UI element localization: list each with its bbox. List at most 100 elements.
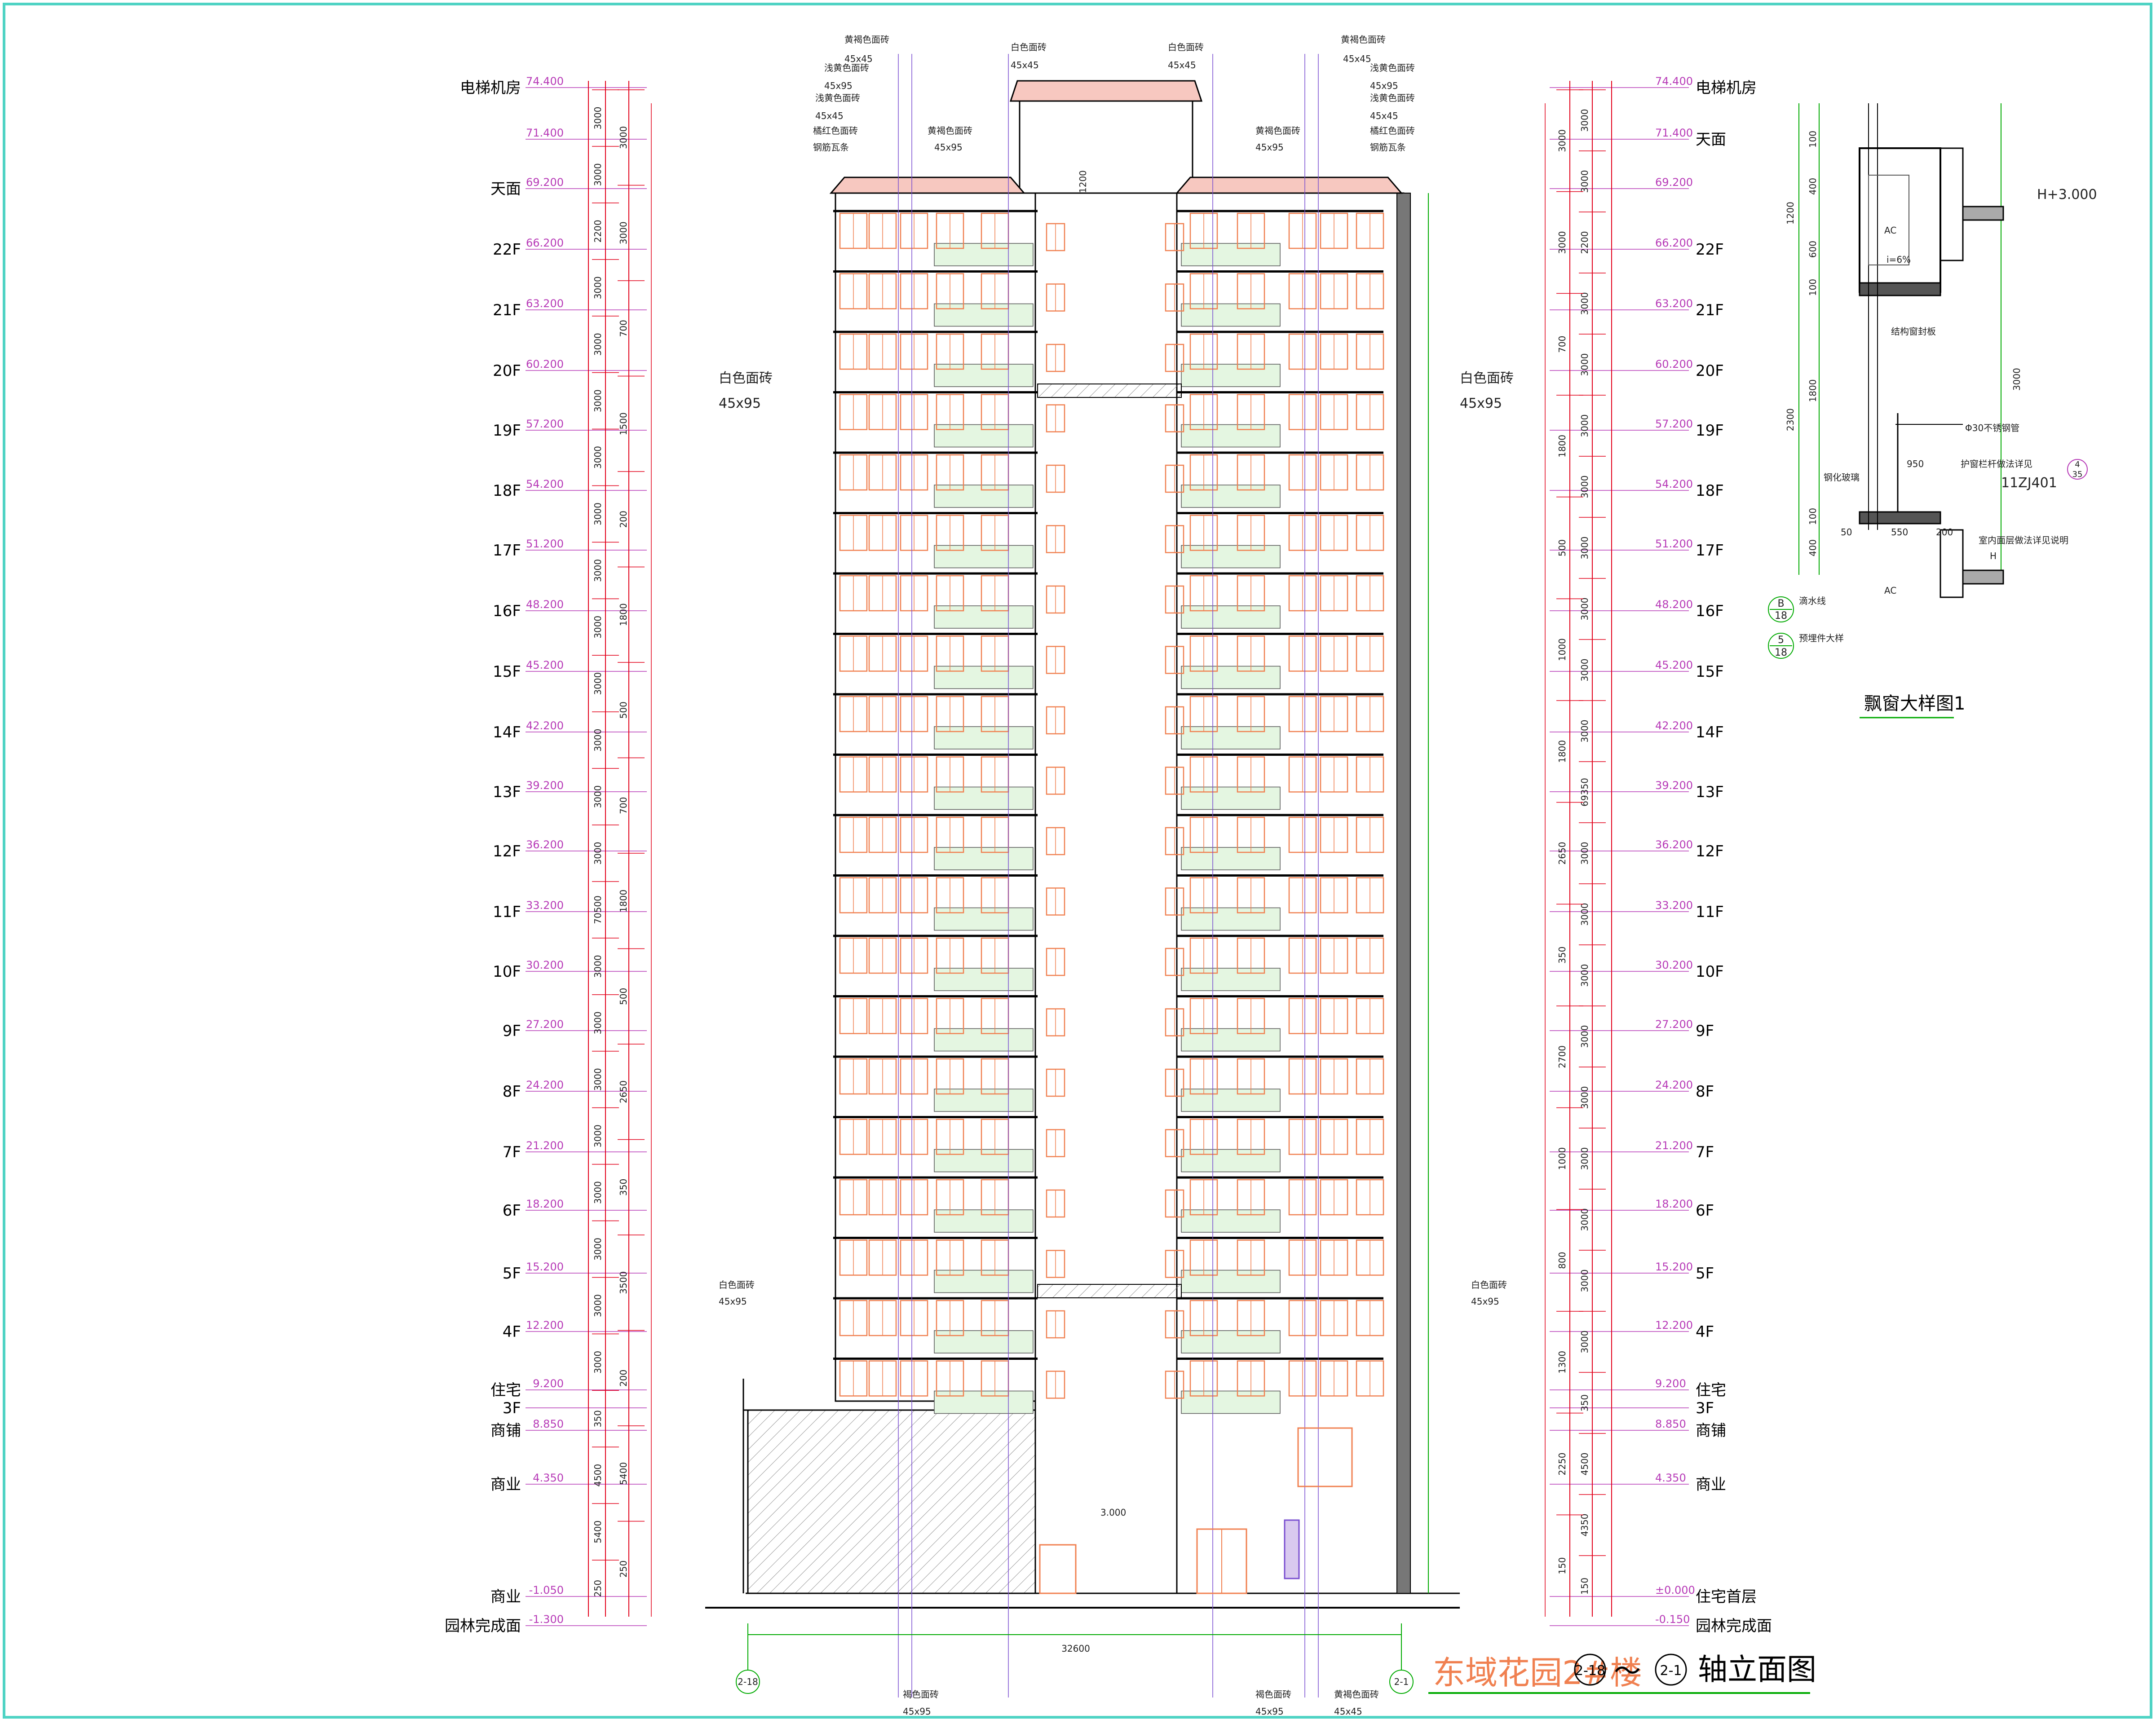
detail-ref2-num: 5 <box>1778 635 1784 646</box>
level-name-right: 16F <box>1696 602 1724 620</box>
dimension-value: 3000 <box>1579 414 1590 437</box>
level-name-left: 22F <box>493 241 521 259</box>
detail-ref1-den: 18 <box>1775 610 1787 622</box>
note-top-right-3-size: 45x45 <box>1370 110 1398 121</box>
dimension-value: 3000 <box>1579 170 1590 193</box>
level-elev-left: 36.200 <box>526 838 564 851</box>
note-bottom-right-1-size: 45x95 <box>1255 1706 1284 1717</box>
level-elev-right: 66.200 <box>1655 237 1693 249</box>
dimension-value: 3000 <box>592 559 603 582</box>
level-elev-left: 63.200 <box>526 297 564 310</box>
note-top-right-3: 浅黄色面砖 <box>1370 93 1415 103</box>
level-name-right: 13F <box>1696 783 1724 801</box>
dimension-value: 500 <box>618 701 629 719</box>
dimension-value: 3000 <box>592 672 603 695</box>
note-side-right: 白色面砖 <box>1460 370 1514 386</box>
level-name-right: 22F <box>1696 241 1724 259</box>
left-dimension-chain: 3000 3000 2200 3000 3000 3000 3000 3000 3000 3000… <box>588 81 652 1617</box>
note-top-left-3: 浅黄色面砖 <box>815 93 860 103</box>
level-name-right: 20F <box>1696 362 1724 380</box>
dimension-value: 3000 <box>592 446 603 469</box>
note-top-left-5: 钢筋瓦条 <box>813 142 849 153</box>
level-name-right: 天面 <box>1696 131 1726 149</box>
level-name-right: 3F <box>1696 1399 1714 1417</box>
level-elev-left: 8.850 <box>533 1418 564 1430</box>
level-name-right: 11F <box>1696 903 1724 921</box>
level-elev-left: 54.200 <box>526 478 564 490</box>
level-name-left: 4F <box>503 1323 521 1341</box>
level-elev-left: 51.200 <box>526 538 564 550</box>
detail-dim-outer-2: 2300 <box>1785 408 1796 431</box>
level-name-left: 12F <box>493 842 521 860</box>
note-low-left: 白色面砖 <box>719 1279 755 1290</box>
level-name-left: 13F <box>493 783 521 801</box>
note-top-right-5: 钢筋瓦条 <box>1370 142 1406 153</box>
building-elevation <box>705 54 1460 1698</box>
level-name-left: 16F <box>493 602 521 620</box>
level-name-right: 21F <box>1696 301 1724 319</box>
level-name-left: 9F <box>503 1022 521 1040</box>
detail-dim-inner: 100 <box>1807 279 1818 296</box>
level-name-left: 6F <box>503 1202 521 1220</box>
detail-dim-right: 3000 <box>2011 368 2022 391</box>
dimension-value: 1500 <box>618 412 629 435</box>
dimension-value: 2650 <box>618 1080 629 1103</box>
level-elev-right: ±0.000 <box>1655 1584 1695 1596</box>
note-bottom-right-1: 褐色面砖 <box>1255 1689 1291 1700</box>
level-name-left: 天面 <box>490 180 521 198</box>
dimension-value: 3000 <box>1579 292 1590 315</box>
dimension-value: 150 <box>1579 1578 1590 1595</box>
level-name-left: 15F <box>493 663 521 681</box>
note-top-right-4: 橘红色面砖 <box>1370 125 1415 136</box>
dimension-value: 70500 <box>592 895 603 924</box>
level-name-right: 9F <box>1696 1022 1714 1040</box>
level-elev-left: 21.200 <box>526 1139 564 1152</box>
note-top-mid-left-size: 45x95 <box>934 142 963 153</box>
level-elev-left: 27.200 <box>526 1018 564 1031</box>
detail-dim-950: 950 <box>1907 459 1924 469</box>
level-elev-right: 24.200 <box>1655 1079 1693 1091</box>
note-top-right-2-size: 45x95 <box>1370 80 1398 91</box>
dimension-value: 4500 <box>1579 1453 1590 1476</box>
level-name-right: 14F <box>1696 723 1724 741</box>
detail-label-glass: 钢化玻璃 <box>1824 472 1860 483</box>
dimension-value: 4500 <box>592 1464 603 1487</box>
level-elev-right: 15.200 <box>1655 1261 1693 1273</box>
dimension-value: 3000 <box>1579 1208 1590 1231</box>
level-elev-right: 60.200 <box>1655 358 1693 370</box>
dimension-value: 3000 <box>592 955 603 978</box>
level-elev-left: 12.200 <box>526 1319 564 1332</box>
detail-dim-inner: 400 <box>1807 539 1818 556</box>
detail-ref2-text: 预埋件大样 <box>1799 633 1844 644</box>
level-elev-right: 21.200 <box>1655 1139 1693 1152</box>
note-bottom-right-2: 黄褐色面砖 <box>1334 1689 1379 1700</box>
level-name-left: 18F <box>493 482 521 500</box>
dimension-value: 350 <box>618 1179 629 1196</box>
level-name-right: 住宅首层 <box>1696 1588 1757 1606</box>
drawing-title-project: 东域花园2#楼 <box>1433 1654 1642 1692</box>
note-bottom-left-size: 45x95 <box>903 1706 931 1717</box>
note-top-left-2-size: 45x95 <box>824 80 853 91</box>
note-top-center-2-size: 45x45 <box>1168 60 1196 71</box>
level-elev-left: 9.200 <box>533 1377 564 1390</box>
level-name-right: 10F <box>1696 963 1724 981</box>
level-elev-right: 36.200 <box>1655 838 1693 851</box>
note-bottom-right-2-size: 45x45 <box>1334 1706 1362 1717</box>
level-elev-left: 69.200 <box>526 176 564 189</box>
note-top-left-3-size: 45x45 <box>815 110 844 121</box>
dimension-value: 2700 <box>1557 1045 1568 1068</box>
dimension-value: 2250 <box>1557 1453 1568 1476</box>
level-name-left: 商业 <box>490 1588 521 1606</box>
dimension-value: 3000 <box>1579 1270 1590 1292</box>
level-name-left: 商业 <box>490 1476 521 1494</box>
level-name-right: 商业 <box>1696 1476 1726 1494</box>
level-elev-left: 15.200 <box>526 1261 564 1273</box>
dimension-value: 3000 <box>592 163 603 186</box>
level-name-left: 园林完成面 <box>445 1617 521 1635</box>
detail-label-floor: 室内面层做法详见说明 <box>1979 535 2068 546</box>
dimension-value: 3000 <box>592 1238 603 1261</box>
level-elev-right: 8.850 <box>1655 1418 1686 1430</box>
level-name-right: 7F <box>1696 1143 1714 1161</box>
left-level-labels: 电梯机房 74.400 71.400 天面 69.200 22F 66.200 21F 63.2… <box>445 75 647 1635</box>
dimension-value: 3000 <box>592 1011 603 1034</box>
